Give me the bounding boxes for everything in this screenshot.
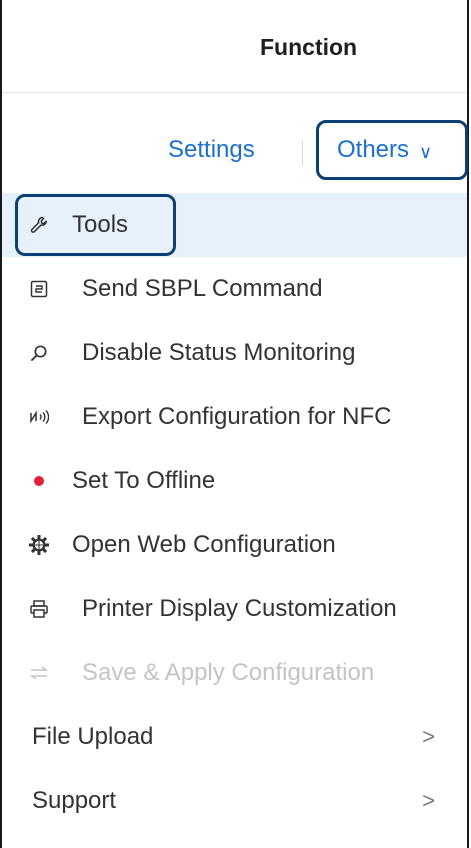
others-menu: Tools Send SBPL Command Disable Status M… bbox=[2, 193, 467, 833]
menu-item-label: Printer Display Customization bbox=[82, 595, 397, 622]
status-dot-icon bbox=[28, 470, 50, 492]
chevron-right-icon: > bbox=[422, 724, 435, 749]
wrench-icon bbox=[28, 214, 50, 236]
command-icon bbox=[28, 278, 50, 300]
menu-item-label: Disable Status Monitoring bbox=[82, 339, 356, 366]
menu-item-label: Export Configuration for NFC bbox=[82, 403, 392, 430]
magnifier-icon bbox=[28, 342, 50, 364]
menu-item-tools[interactable]: Tools bbox=[2, 193, 467, 257]
function-panel: Function Settings Others ∨ Tools Send SB… bbox=[0, 0, 469, 848]
tab-others-label: Others bbox=[337, 136, 410, 163]
menu-item-label: Set To Offline bbox=[72, 467, 216, 494]
menu-item-export-configuration-nfc[interactable]: Export Configuration for NFC bbox=[2, 385, 467, 449]
web-gear-icon bbox=[28, 534, 50, 556]
menu-item-disable-status-monitoring[interactable]: Disable Status Monitoring bbox=[2, 321, 467, 385]
tab-settings[interactable]: Settings bbox=[168, 136, 255, 164]
menu-item-label: File Upload bbox=[32, 723, 154, 750]
menu-item-save-apply-configuration: Save & Apply Configuration bbox=[2, 641, 467, 705]
menu-item-label: Send SBPL Command bbox=[82, 275, 323, 302]
tab-divider bbox=[302, 140, 303, 166]
menu-item-label: Save & Apply Configuration bbox=[82, 659, 375, 686]
menu-item-set-to-offline[interactable]: Set To Offline bbox=[2, 449, 467, 513]
swap-arrows-icon bbox=[28, 662, 50, 684]
panel-title: Function bbox=[260, 34, 358, 60]
menu-item-support[interactable]: Support > bbox=[2, 769, 467, 833]
menu-item-send-sbpl-command[interactable]: Send SBPL Command bbox=[2, 257, 467, 321]
chevron-right-icon: > bbox=[422, 788, 435, 813]
menu-item-label: Open Web Configuration bbox=[72, 531, 336, 558]
panel-header: Function bbox=[2, 0, 467, 93]
printer-icon bbox=[28, 598, 50, 620]
nfc-icon bbox=[28, 406, 50, 428]
tab-others[interactable]: Others ∨ bbox=[316, 120, 468, 180]
menu-item-file-upload[interactable]: File Upload > bbox=[2, 705, 467, 769]
menu-item-label: Support bbox=[32, 787, 117, 814]
menu-item-label: Tools bbox=[72, 211, 129, 238]
menu-item-open-web-configuration[interactable]: Open Web Configuration bbox=[2, 513, 467, 577]
tab-bar: Settings Others ∨ bbox=[2, 92, 468, 190]
chevron-down-icon: ∨ bbox=[419, 141, 433, 162]
menu-item-printer-display-customization[interactable]: Printer Display Customization bbox=[2, 577, 467, 641]
